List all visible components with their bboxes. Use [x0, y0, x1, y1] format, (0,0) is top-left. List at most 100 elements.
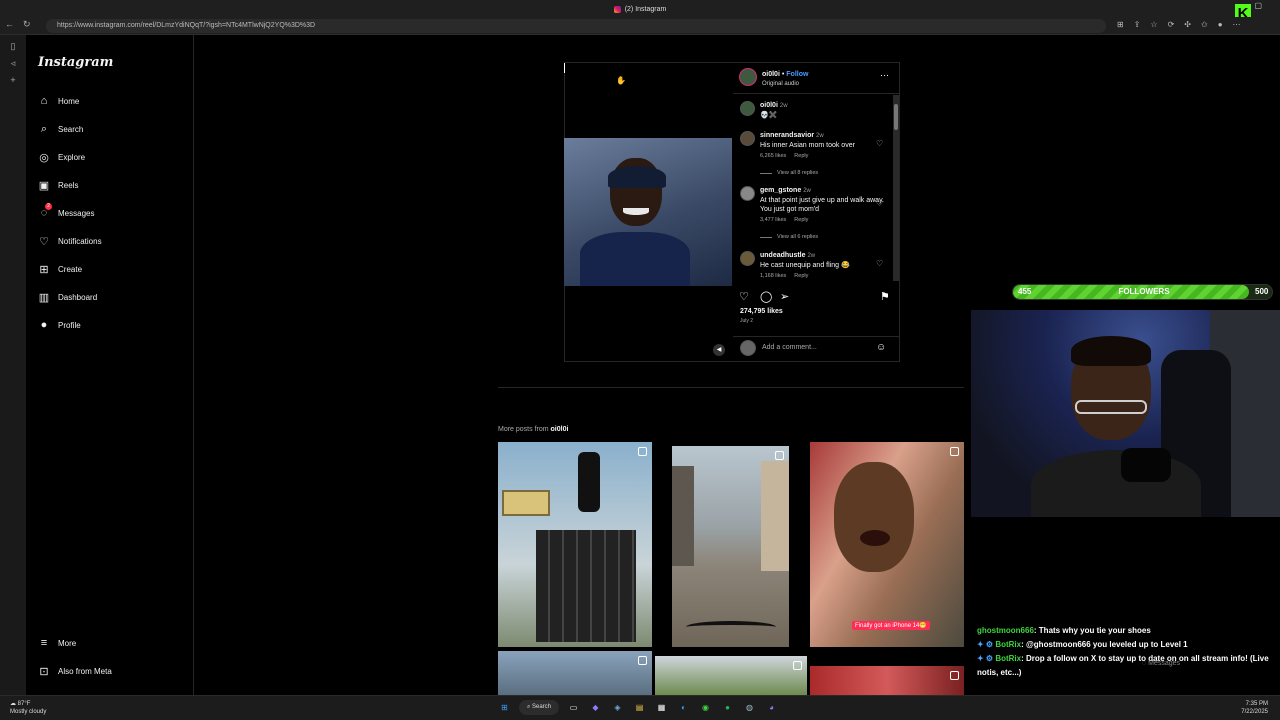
maximize-icon[interactable]: ▢ [1254, 1, 1262, 10]
extension-icons: ⊞ ⇪ ☆ ⟳ ✣ ✩ ● ⋯ [1117, 20, 1241, 29]
heart-icon: ♡ [39, 236, 49, 248]
steam-icon[interactable]: ◍ [742, 700, 757, 715]
grid-post-tile[interactable]: Finally got an iPhone 14😁 [810, 442, 964, 647]
author-avatar[interactable] [739, 68, 757, 86]
sidebar-item-messages[interactable]: ◌ 2 Messages [38, 203, 94, 219]
save-bookmark-icon[interactable]: ⚑ [880, 290, 890, 303]
building [672, 466, 694, 566]
reply-button[interactable]: Reply [794, 217, 808, 223]
sidebar-item-notifications[interactable]: ♡ Notifications [38, 235, 102, 248]
post-date: July 2 [740, 318, 754, 324]
reply-button[interactable]: Reply [794, 273, 808, 279]
xbox-icon[interactable]: ◉ [698, 700, 713, 715]
sidebar-toggle-icon[interactable]: ▯ [0, 41, 26, 52]
chat-message: ✦ ⚙ BotRix: @ghostmoon666 you leveled up… [977, 638, 1272, 652]
reel-icon [793, 661, 802, 670]
system-clock[interactable]: 7:35 PM 7/22/2025 [1241, 700, 1268, 716]
menu-icon: ≡ [40, 637, 48, 649]
sidebar-item-profile[interactable]: ● Profile [38, 319, 81, 331]
comment-likes[interactable]: 6,265 likes [760, 153, 786, 159]
comment-avatar[interactable] [740, 251, 755, 266]
comment-like-icon[interactable]: ♡ [876, 259, 883, 268]
windows-start-icon[interactable]: ⊞ [497, 700, 512, 715]
sidebar-item-reels[interactable]: ▣ Reels [38, 179, 79, 192]
puzzle-icon[interactable]: ✣ [1184, 20, 1191, 29]
emoji-icon[interactable]: ☺ [876, 342, 886, 353]
scrollbar-thumb[interactable] [894, 104, 898, 130]
grid-post-tile[interactable] [655, 656, 807, 695]
comment-username[interactable]: sinnerandsavior [760, 132, 814, 139]
chat-username: BotRix [995, 654, 1022, 663]
author-username[interactable]: oi0l0i [762, 71, 780, 78]
grid-post-tile[interactable] [498, 442, 652, 647]
sidebar-item-search[interactable]: ⌕ Search [38, 123, 83, 136]
original-audio-link[interactable]: Original audio [762, 81, 799, 87]
share-icon[interactable]: ➢ [780, 290, 789, 303]
view-replies-button[interactable]: View all 8 replies [760, 170, 818, 176]
edge-icon[interactable]: ◐ [676, 700, 691, 715]
grid-post-tile[interactable] [672, 446, 789, 647]
audio-icon[interactable]: ◃ [0, 58, 26, 69]
grid-post-tile[interactable] [810, 666, 964, 695]
nav-buttons: ← ↻ [5, 19, 31, 30]
comment-icon[interactable]: ◯ [760, 290, 772, 303]
sidebar-item-explore[interactable]: ◎ Explore [38, 151, 85, 164]
followers-label: FOLLOWERS [1118, 287, 1170, 296]
profile-icon[interactable]: ● [1218, 20, 1223, 29]
refresh-extension-icon[interactable]: ⟳ [1168, 20, 1175, 29]
billboard [502, 490, 550, 516]
video-person-smile [623, 208, 649, 215]
discord-icon[interactable]: ◕ [764, 700, 779, 715]
browser-tab[interactable]: (2) Instagram [560, 3, 720, 15]
back-icon[interactable]: ← [5, 19, 14, 30]
comment: undeadhustle 2w He cast unequip and flin… [760, 251, 884, 270]
like-count[interactable]: 274,795 likes [740, 308, 783, 315]
view-replies-button[interactable]: View all 6 replies [760, 234, 818, 240]
sidebar-item-also-from-meta[interactable]: ⊡ Also from Meta [38, 665, 111, 678]
caption-username[interactable]: oi0l0i [760, 102, 778, 109]
favorites-icon[interactable]: ✩ [1201, 20, 1208, 29]
comment-likes[interactable]: 3,477 likes [760, 217, 786, 223]
mute-icon[interactable]: ◀ [713, 344, 725, 356]
comment-username[interactable]: undeadhustle [760, 252, 806, 259]
reel-icon [950, 447, 959, 456]
comment-like-icon[interactable]: ♡ [876, 139, 883, 148]
like-icon[interactable]: ♡ [739, 290, 749, 303]
building [761, 461, 789, 571]
more-posts-username[interactable]: oi0l0i [551, 426, 569, 433]
comment-avatar[interactable] [740, 186, 755, 201]
copilot-icon[interactable]: ◈ [610, 700, 625, 715]
messages-popup[interactable]: ◌ Messages [1142, 660, 1180, 667]
post-header [733, 62, 900, 94]
grid-post-tile[interactable] [498, 651, 652, 695]
comment-like-icon[interactable]: ♡ [876, 199, 883, 208]
caption-avatar[interactable] [740, 101, 755, 116]
follow-button[interactable]: Follow [786, 71, 808, 78]
comment-likes[interactable]: 1,168 likes [760, 273, 786, 279]
comment-avatar[interactable] [740, 131, 755, 146]
reply-button[interactable]: Reply [794, 153, 808, 159]
weather-widget[interactable]: ☁ 87°F Mostly cloudy [10, 700, 46, 716]
share-icon[interactable]: ⇪ [1134, 20, 1141, 29]
task-view-icon[interactable]: ▭ [566, 700, 581, 715]
store-icon[interactable]: ▦ [654, 700, 669, 715]
reader-icon[interactable]: ⊞ [1117, 20, 1124, 29]
instagram-logo[interactable]: Instagram [38, 55, 113, 70]
comment-username[interactable]: gem_gstone [760, 187, 801, 194]
reel-icon [775, 451, 784, 460]
taskbar-search[interactable]: ⌕ Search [519, 700, 559, 715]
url-field[interactable]: https://www.instagram.com/reel/DLmzYdiNQ… [46, 19, 1106, 33]
reload-icon[interactable]: ↻ [23, 19, 31, 30]
add-comment-input[interactable]: Add a comment... [762, 344, 817, 351]
teams-icon[interactable]: ◆ [588, 700, 603, 715]
more-options-icon[interactable]: ⋯ [880, 70, 889, 81]
sidebar-item-more[interactable]: ≡ More [38, 637, 76, 649]
file-explorer-icon[interactable]: ▤ [632, 700, 647, 715]
star-icon[interactable]: ☆ [1150, 20, 1157, 29]
sidebar-item-dashboard[interactable]: ▥ Dashboard [38, 291, 97, 304]
menu-dots-icon[interactable]: ⋯ [1233, 20, 1241, 29]
sidebar-item-home[interactable]: ⌂ Home [38, 95, 80, 107]
sidebar-item-create[interactable]: ⊞ Create [38, 263, 82, 276]
spotify-icon[interactable]: ● [720, 700, 735, 715]
new-tab-icon[interactable]: + [0, 75, 26, 85]
